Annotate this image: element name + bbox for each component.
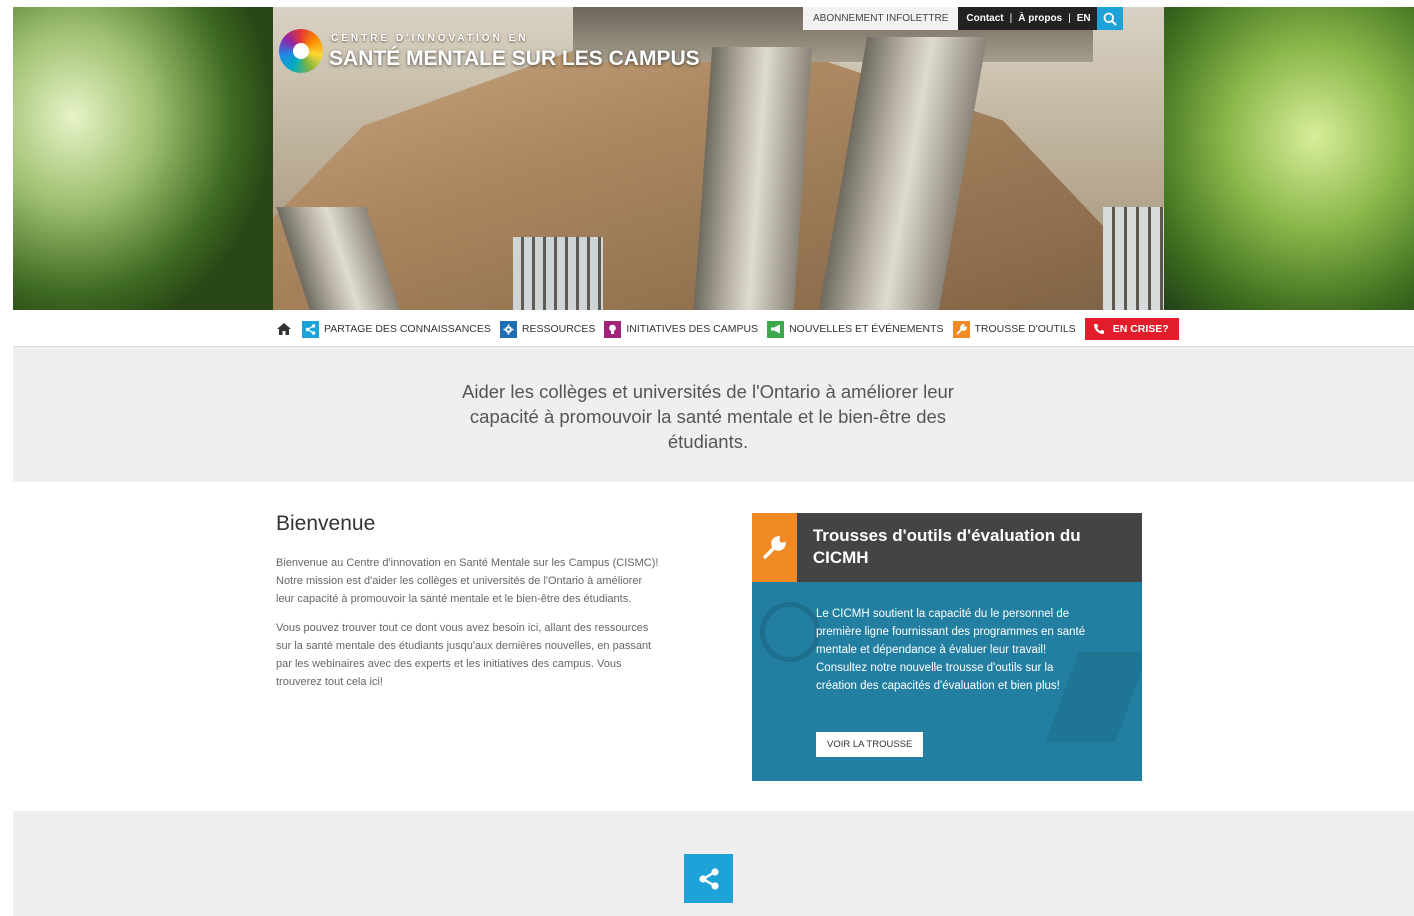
gear-icon bbox=[499, 320, 517, 338]
toolkit-card-header: Trousses d'outils d'évaluation du CICMH bbox=[752, 513, 1142, 582]
logo-title: SANTÉ MENTALE SUR LES CAMPUS bbox=[329, 47, 700, 70]
crisis-label: EN CRISE? bbox=[1112, 323, 1169, 335]
nav-item-label: INITIATIVES DES CAMPUS bbox=[626, 323, 759, 335]
nav-item-label: NOUVELLES ET ÉVÉNEMENTS bbox=[789, 323, 944, 335]
toolkit-card: Trousses d'outils d'évaluation du CICMH … bbox=[752, 513, 1142, 781]
home-icon[interactable] bbox=[276, 320, 294, 338]
share-icon bbox=[698, 867, 719, 890]
nav-item-label: RESSOURCES bbox=[521, 323, 596, 335]
nav-item-label: PARTAGE DES CONNAISSANCES bbox=[324, 323, 491, 335]
lightbulb-icon bbox=[604, 320, 622, 338]
search-icon bbox=[1103, 12, 1117, 26]
building-window bbox=[513, 237, 603, 310]
separator: | bbox=[1068, 13, 1071, 24]
newsletter-link[interactable]: ABONNEMENT INFOLETTRE bbox=[803, 7, 959, 30]
nav-item-toolkit[interactable]: TROUSSE D'OUTILS bbox=[952, 320, 1076, 338]
logo-subtitle: CENTRE D'INNOVATION EN bbox=[331, 33, 529, 44]
welcome-paragraph: Vous pouvez trouver tout ce dont vous av… bbox=[276, 622, 652, 688]
magnifier-decoration bbox=[760, 602, 820, 662]
nav-item-initiatives[interactable]: INITIATIVES DES CAMPUS bbox=[604, 320, 759, 338]
utility-links: Contact | À propos | EN bbox=[958, 7, 1097, 30]
toolkit-card-text: Le CICMH soutient la capacité du le pers… bbox=[816, 608, 1086, 692]
wrench-icon bbox=[952, 320, 970, 338]
nav-item-knowledge[interactable]: PARTAGE DES CONNAISSANCES bbox=[302, 320, 491, 338]
phone-icon bbox=[1091, 321, 1108, 338]
nav-item-news[interactable]: NOUVELLES ET ÉVÉNEMENTS bbox=[767, 320, 944, 338]
search-button[interactable] bbox=[1096, 7, 1123, 30]
foliage-left bbox=[13, 7, 273, 310]
crisis-button[interactable]: EN CRISE? bbox=[1084, 318, 1179, 340]
separator: | bbox=[1009, 13, 1013, 24]
toolkit-card-title: Trousses d'outils d'évaluation du CICMH bbox=[812, 526, 1081, 567]
welcome-section: Bienvenue Bienvenue au Centre d'innovati… bbox=[276, 512, 661, 702]
share-button[interactable] bbox=[684, 854, 733, 903]
building-column bbox=[693, 47, 813, 310]
language-toggle[interactable]: EN bbox=[1077, 7, 1091, 30]
wrench-icon bbox=[752, 513, 797, 582]
view-toolkit-button[interactable]: VOIR LA TROUSSE bbox=[816, 732, 924, 757]
megaphone-icon bbox=[767, 320, 785, 338]
welcome-title: Bienvenue bbox=[276, 512, 376, 535]
toolkit-card-body: Le CICMH soutient la capacité du le pers… bbox=[752, 582, 1142, 781]
mission-statement: Aider les collèges et universités de l'O… bbox=[462, 381, 954, 452]
mission-band: Aider les collèges et universités de l'O… bbox=[13, 347, 1414, 482]
hero-banner bbox=[13, 7, 1414, 310]
about-link[interactable]: À propos bbox=[1018, 7, 1062, 30]
nav-item-label: TROUSSE D'OUTILS bbox=[974, 323, 1076, 335]
foliage-right bbox=[1164, 7, 1414, 310]
main-nav: PARTAGE DES CONNAISSANCES RESSOURCES INI… bbox=[276, 318, 1179, 340]
utility-bar: ABONNEMENT INFOLETTRE Contact | À propos… bbox=[803, 7, 1123, 30]
share-icon bbox=[302, 320, 319, 338]
contact-link[interactable]: Contact bbox=[966, 7, 1003, 30]
welcome-paragraph: Bienvenue au Centre d'innovation en Sant… bbox=[276, 557, 659, 605]
nav-item-resources[interactable]: RESSOURCES bbox=[499, 320, 596, 338]
logo-mark-icon bbox=[279, 29, 323, 73]
